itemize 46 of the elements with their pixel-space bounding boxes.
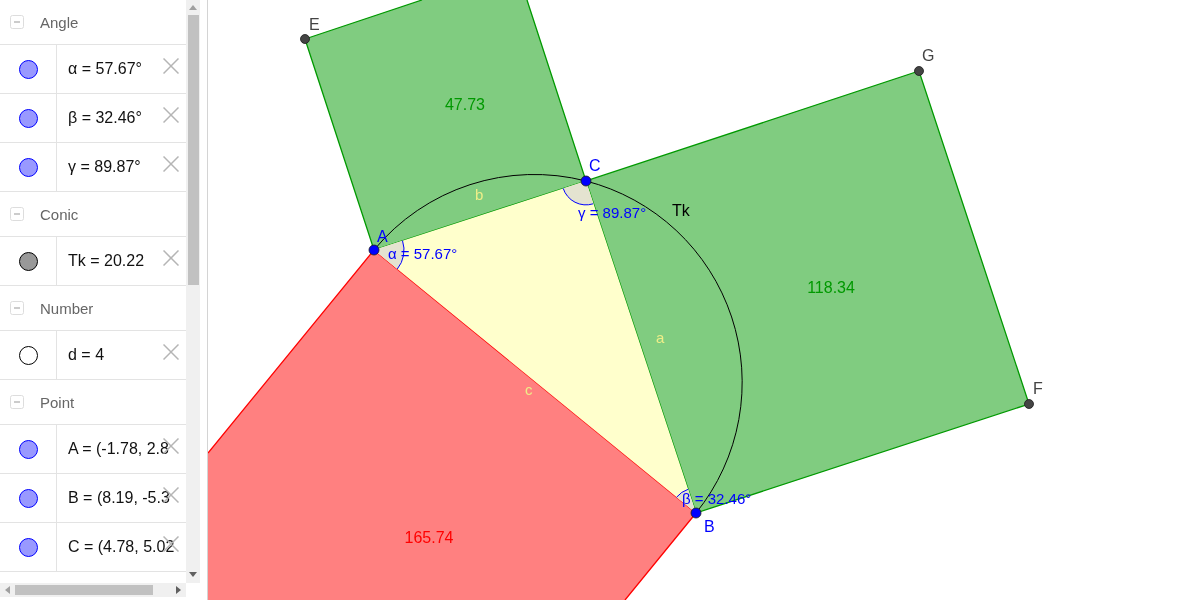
group-title: Number [40, 299, 94, 317]
visibility-dot-icon[interactable] [18, 251, 38, 271]
point-label: A [377, 228, 388, 245]
angle-sector [562, 181, 594, 206]
point-icon[interactable] [914, 66, 924, 76]
visibility-dot-icon[interactable] [18, 488, 38, 508]
point-label: B [704, 518, 715, 535]
point-icon[interactable] [690, 507, 702, 519]
area-label: 165.74 [404, 529, 454, 546]
group-title: Angle [40, 13, 79, 31]
side-label: a [656, 329, 665, 346]
side-label: b [475, 186, 484, 203]
point-label: G [922, 47, 935, 64]
scrollbar-thumb[interactable] [187, 15, 199, 285]
point-icon[interactable] [580, 175, 592, 187]
scroll-right-icon[interactable] [176, 586, 181, 594]
visibility-dot-icon[interactable] [18, 108, 38, 128]
algebra-entry[interactable]: γ = 89.87° [68, 158, 141, 176]
area-label: 118.34 [807, 279, 855, 296]
point-icon[interactable] [300, 34, 310, 44]
scroll-down-icon[interactable] [189, 572, 197, 577]
area-label: 47.73 [445, 96, 485, 113]
algebra-entry[interactable]: α = 57.67° [68, 60, 142, 78]
point-label: F [1033, 380, 1043, 397]
point-icon[interactable] [368, 244, 380, 256]
group-title: Conic [40, 205, 79, 223]
arc-label: Tk [672, 202, 690, 219]
point-label: C [589, 157, 601, 174]
algebra-entry[interactable]: Tk = 20.22 [68, 252, 145, 270]
group-title: Point [40, 393, 75, 411]
vertical-scrollbar[interactable] [186, 0, 200, 583]
point-icon[interactable] [1024, 399, 1034, 409]
scrollbar-thumb[interactable] [15, 585, 153, 595]
visibility-dot-icon[interactable] [18, 157, 38, 177]
visibility-dot-icon[interactable] [18, 345, 38, 365]
algebra-entry[interactable]: C = (4.78, 5.02 [68, 538, 175, 556]
visibility-dot-icon[interactable] [18, 59, 38, 79]
point-label: E [309, 16, 320, 33]
algebra-entry[interactable]: B = (8.19, -5.3 [68, 489, 170, 507]
visibility-dot-icon[interactable] [18, 439, 38, 459]
algebra-entry[interactable]: A = (-1.78, 2.8 [68, 440, 169, 458]
horizontal-scrollbar[interactable] [0, 583, 186, 597]
algebra-entry[interactable]: d = 4 [68, 346, 105, 364]
side-label: c [525, 381, 533, 398]
algebra-entry[interactable]: β = 32.46° [68, 109, 142, 127]
visibility-dot-icon[interactable] [18, 537, 38, 557]
